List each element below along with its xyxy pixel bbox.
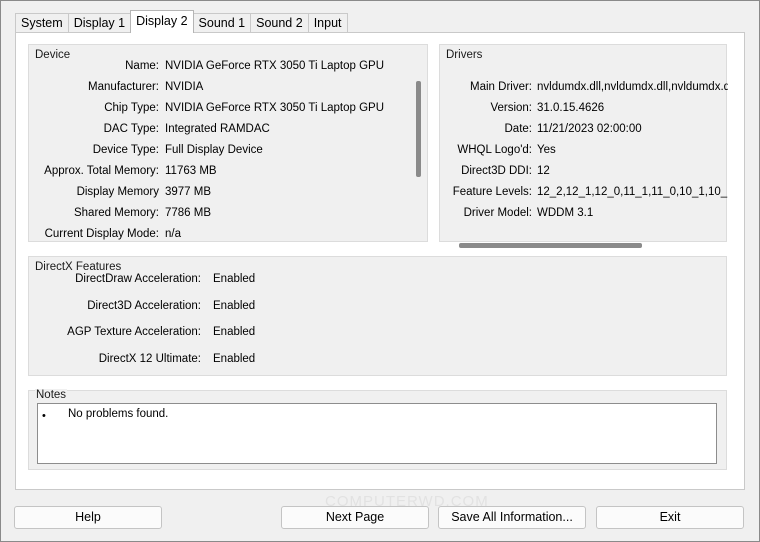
device-label: Current Display Mode:: [44, 228, 159, 240]
driver-row: Direct3D DDI: 12: [440, 163, 728, 179]
driver-value[interactable]: 31.0.15.4626: [537, 100, 728, 116]
notes-group: Notes • No problems found.: [28, 389, 727, 470]
device-row: Chip Type: NVIDIA GeForce RTX 3050 Ti La…: [29, 100, 409, 116]
drivers-group-title: Drivers: [446, 49, 483, 61]
driver-value[interactable]: 11/21/2023 02:00:00: [537, 121, 728, 137]
driver-label: Main Driver:: [470, 81, 532, 93]
tab-system[interactable]: System: [15, 13, 69, 33]
driver-row: Version: 31.0.15.4626: [440, 100, 728, 116]
directx-value: Enabled: [213, 300, 256, 312]
device-value[interactable]: NVIDIA GeForce RTX 3050 Ti Laptop GPU: [165, 58, 409, 74]
device-row: DAC Type: Integrated RAMDAC: [29, 121, 409, 137]
device-row: Shared Memory: 7786 MB: [29, 205, 409, 221]
driver-label: Direct3D DDI:: [461, 165, 532, 177]
directx-label: AGP Texture Acceleration:: [67, 326, 201, 338]
directx-features-group: DirectX Features DirectDraw Acceleration…: [28, 256, 727, 376]
directx-label: DirectX 12 Ultimate:: [98, 353, 201, 365]
directx-row: AGP Texture Acceleration: Enabled: [29, 324, 529, 340]
directx-label: DirectDraw Acceleration:: [75, 273, 201, 285]
tab-input[interactable]: Input: [307, 13, 348, 33]
driver-row: WHQL Logo'd: Yes: [440, 142, 728, 158]
device-label: Shared Memory:: [73, 207, 159, 219]
driver-label: WHQL Logo'd:: [457, 144, 532, 156]
driver-value[interactable]: 12_2,12_1,12_0,11_1,11_0,10_1,10_: [537, 184, 728, 200]
device-group: Device Name: NVIDIA GeForce RTX 3050 Ti …: [28, 44, 428, 242]
device-value[interactable]: 7786 MB: [165, 205, 409, 221]
bullet-icon: •: [42, 410, 46, 422]
driver-row: Driver Model: WDDM 3.1: [440, 205, 728, 221]
notes-textbox[interactable]: • No problems found.: [37, 403, 717, 464]
device-row: Device Type: Full Display Device: [29, 142, 409, 158]
tab-sound-2[interactable]: Sound 2: [250, 13, 309, 33]
display-panel: Device Name: NVIDIA GeForce RTX 3050 Ti …: [15, 32, 745, 490]
directx-row: DirectDraw Acceleration: Enabled: [29, 271, 529, 287]
help-button[interactable]: Help: [14, 506, 162, 529]
driver-value[interactable]: WDDM 3.1: [537, 205, 728, 221]
device-row: Current Display Mode: n/a: [29, 226, 409, 242]
note-text: No problems found.: [68, 408, 169, 420]
driver-value[interactable]: Yes: [537, 142, 728, 158]
directx-value: Enabled: [213, 353, 256, 365]
device-value[interactable]: 3977 MB: [165, 184, 409, 200]
driver-value[interactable]: nvldumdx.dll,nvldumdx.dll,nvldumdx.d: [537, 79, 728, 95]
device-label: Name:: [125, 60, 159, 72]
driver-label: Driver Model:: [463, 207, 532, 219]
next-page-button[interactable]: Next Page: [281, 506, 429, 529]
drivers-group: Drivers Main Driver: nvldumdx.dll,nvldum…: [439, 44, 728, 248]
directx-label: Direct3D Acceleration:: [87, 300, 201, 312]
device-value[interactable]: Full Display Device: [165, 142, 409, 158]
device-value[interactable]: NVIDIA GeForce RTX 3050 Ti Laptop GPU: [165, 100, 409, 116]
driver-label: Feature Levels:: [452, 186, 532, 198]
directx-row: DirectX 12 Ultimate: Enabled: [29, 351, 529, 367]
tab-sound-1[interactable]: Sound 1: [192, 13, 252, 33]
device-label: Approx. Total Memory:: [44, 165, 159, 177]
directx-row: Direct3D Acceleration: Enabled: [29, 298, 529, 314]
device-value[interactable]: n/a: [165, 226, 409, 242]
save-all-information-button[interactable]: Save All Information...: [438, 506, 586, 529]
driver-value[interactable]: 12: [537, 163, 728, 179]
driver-row: Feature Levels: 12_2,12_1,12_0,11_1,11_0…: [440, 184, 728, 200]
tab-display-1[interactable]: Display 1: [67, 13, 132, 33]
driver-row: Date: 11/21/2023 02:00:00: [440, 121, 728, 137]
tab-display-2[interactable]: Display 2: [130, 10, 194, 33]
device-label: Manufacturer:: [88, 81, 159, 93]
directx-value: Enabled: [213, 326, 256, 338]
device-value[interactable]: Integrated RAMDAC: [165, 121, 409, 137]
driver-label: Date:: [504, 123, 533, 135]
device-value[interactable]: 11763 MB: [165, 163, 409, 179]
tab-strip: System Display 1 Display 2 Sound 1 Sound…: [15, 10, 348, 33]
exit-button[interactable]: Exit: [596, 506, 744, 529]
device-row: Display Memory 3977 MB: [29, 184, 409, 200]
device-row: Approx. Total Memory: 11763 MB: [29, 163, 409, 179]
driver-row: Main Driver: nvldumdx.dll,nvldumdx.dll,n…: [440, 79, 728, 95]
driver-label: Version:: [490, 102, 532, 114]
device-label: DAC Type:: [103, 123, 159, 135]
device-label: Device Type:: [92, 144, 159, 156]
drivers-horizontal-scrollbar[interactable]: [459, 243, 642, 248]
device-label: Display Memory: [76, 186, 159, 198]
device-vertical-scrollbar[interactable]: [416, 81, 421, 177]
device-label: Chip Type:: [104, 102, 159, 114]
notes-title: Notes: [35, 389, 68, 401]
device-row: Name: NVIDIA GeForce RTX 3050 Ti Laptop …: [29, 58, 409, 74]
directx-value: Enabled: [213, 273, 256, 285]
dxdiag-window: System Display 1 Display 2 Sound 1 Sound…: [0, 0, 760, 542]
device-row: Manufacturer: NVIDIA: [29, 79, 409, 95]
device-value[interactable]: NVIDIA: [165, 79, 409, 95]
